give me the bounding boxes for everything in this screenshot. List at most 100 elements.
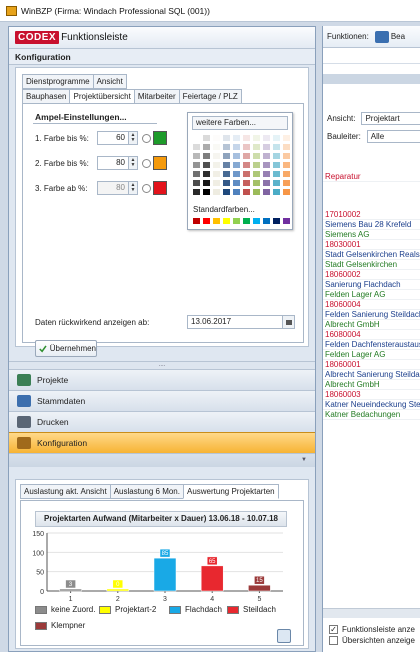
project-list-item[interactable]: Albrecht Sanierung Steildac (323, 370, 420, 380)
palette-color-cell[interactable] (272, 143, 281, 151)
palette-color-cell[interactable] (262, 179, 271, 187)
project-list-item[interactable]: Albrecht GmbH (323, 320, 420, 330)
date-input[interactable]: 13.06.2017 (187, 315, 283, 329)
palette-color-cell[interactable] (222, 188, 231, 196)
palette-color-cell[interactable] (272, 161, 281, 169)
palette-color-cell[interactable] (252, 152, 261, 160)
palette-color-cell[interactable] (272, 170, 281, 178)
project-list-item[interactable]: Albrecht GmbH (323, 380, 420, 390)
project-list-item[interactable]: Katner Bedachungen (323, 410, 420, 420)
palette-color-cell[interactable] (232, 179, 241, 187)
farbe-1-radio[interactable] (142, 133, 151, 143)
chart-print-button[interactable] (277, 629, 291, 643)
edit-icon[interactable] (374, 30, 389, 43)
calendar-dropdown-button[interactable] (283, 315, 295, 329)
farbe-1-input[interactable]: 60 (97, 131, 129, 145)
palette-color-cell[interactable] (232, 188, 241, 196)
palette-color-cell[interactable] (222, 161, 231, 169)
palette-color-cell[interactable] (262, 134, 271, 142)
project-list-item[interactable]: 17010002 (323, 210, 420, 220)
palette-color-cell[interactable] (232, 152, 241, 160)
palette-color-cell[interactable] (212, 188, 221, 196)
palette-color-cell[interactable] (202, 179, 211, 187)
checkbox-row[interactable]: Übersichten anzeige (329, 635, 415, 646)
project-list-item[interactable]: 18060001 (323, 360, 420, 370)
palette-color-cell[interactable] (282, 179, 291, 187)
tab-bauphasen[interactable]: Bauphasen (22, 89, 71, 104)
palette-color-cell[interactable] (212, 143, 221, 151)
standard-color-cell[interactable] (192, 217, 201, 225)
palette-color-cell[interactable] (232, 170, 241, 178)
palette-color-cell[interactable] (242, 134, 251, 142)
palette-color-cell[interactable] (262, 152, 271, 160)
show-function-bar-checkbox[interactable]: ✓ (329, 625, 338, 634)
horizontal-scrollbar[interactable] (323, 608, 420, 618)
palette-color-cell[interactable] (212, 161, 221, 169)
standard-color-cell[interactable] (272, 217, 281, 225)
palette-color-cell[interactable] (212, 170, 221, 178)
tab-projektuebersicht[interactable]: Projektübersicht (69, 89, 135, 104)
standard-color-cell[interactable] (202, 217, 211, 225)
palette-color-cell[interactable] (252, 170, 261, 178)
palette-color-cell[interactable] (242, 143, 251, 151)
farbe-3-color-swatch[interactable] (153, 181, 167, 195)
palette-color-cell[interactable] (272, 134, 281, 142)
palette-color-cell[interactable] (202, 170, 211, 178)
palette-color-cell[interactable] (252, 188, 261, 196)
palette-color-cell[interactable] (272, 179, 281, 187)
palette-color-cell[interactable] (192, 161, 201, 169)
palette-color-cell[interactable] (222, 170, 231, 178)
show-overviews-checkbox[interactable] (329, 636, 338, 645)
nav-overflow-bar[interactable]: ▼ (9, 453, 315, 467)
palette-color-cell[interactable] (222, 179, 231, 187)
project-list-item[interactable]: Siemens Bau 28 Krefeld (323, 220, 420, 230)
project-list-item[interactable]: Stadt Gelsenkirchen (323, 260, 420, 270)
palette-color-cell[interactable] (192, 152, 201, 160)
palette-color-cell[interactable] (222, 134, 231, 142)
palette-color-cell[interactable] (242, 188, 251, 196)
farbe-2-radio[interactable] (142, 158, 151, 168)
tab-ansicht[interactable]: Ansicht (92, 74, 127, 89)
checkbox-row[interactable]: ✓ Funktionsleiste anze (329, 624, 415, 635)
palette-color-cell[interactable] (192, 179, 201, 187)
project-list-item[interactable]: Felden Dachfensteraustausc (323, 340, 420, 350)
site-select[interactable]: Alle (366, 130, 420, 143)
project-list-item[interactable]: Katner Neueindeckung Steil (323, 400, 420, 410)
nav-stammdaten[interactable]: Stammdaten (9, 390, 315, 411)
tab-auslastung-6mon[interactable]: Auslastung 6 Mon. (109, 484, 184, 499)
project-list-item[interactable]: 18060003 (323, 390, 420, 400)
farbe-1-spinner[interactable]: ▲ ▼ (129, 131, 138, 145)
standard-colors-label[interactable]: Standardfarben... (193, 205, 289, 214)
palette-color-cell[interactable] (202, 152, 211, 160)
palette-color-cell[interactable] (232, 134, 241, 142)
standard-color-cell[interactable] (222, 217, 231, 225)
palette-color-cell[interactable] (212, 152, 221, 160)
palette-color-cell[interactable] (202, 188, 211, 196)
tab-mitarbeiter[interactable]: Mitarbeiter (133, 89, 180, 104)
standard-color-cell[interactable] (262, 217, 271, 225)
palette-color-cell[interactable] (202, 134, 211, 142)
palette-color-cell[interactable] (242, 152, 251, 160)
project-list-item[interactable]: Stadt Gelsenkirchen Realsch (323, 250, 420, 260)
palette-color-cell[interactable] (242, 170, 251, 178)
palette-color-cell[interactable] (222, 143, 231, 151)
palette-color-cell[interactable] (262, 188, 271, 196)
panel-splitter[interactable]: .... (9, 361, 315, 369)
palette-color-cell[interactable] (252, 161, 261, 169)
tab-feiertage-plz[interactable]: Feiertage / PLZ (178, 89, 242, 104)
view-select[interactable]: Projektart (361, 112, 420, 125)
palette-color-cell[interactable] (192, 170, 201, 178)
tab-dienstprogramme[interactable]: Dienstprogramme (22, 74, 94, 89)
project-list-item[interactable]: 18030001 (323, 240, 420, 250)
palette-color-cell[interactable] (212, 179, 221, 187)
standard-color-cell[interactable] (212, 217, 221, 225)
palette-color-cell[interactable] (272, 152, 281, 160)
apply-button[interactable]: Übernehmen (35, 340, 97, 357)
project-list-item[interactable]: Felden Lager AG (323, 290, 420, 300)
standard-color-cell[interactable] (252, 217, 261, 225)
farbe-3-radio[interactable] (142, 183, 151, 193)
project-list-item[interactable]: 16080004 (323, 330, 420, 340)
palette-color-cell[interactable] (262, 161, 271, 169)
farbe-2-input[interactable]: 80 (97, 156, 129, 170)
palette-color-cell[interactable] (242, 179, 251, 187)
